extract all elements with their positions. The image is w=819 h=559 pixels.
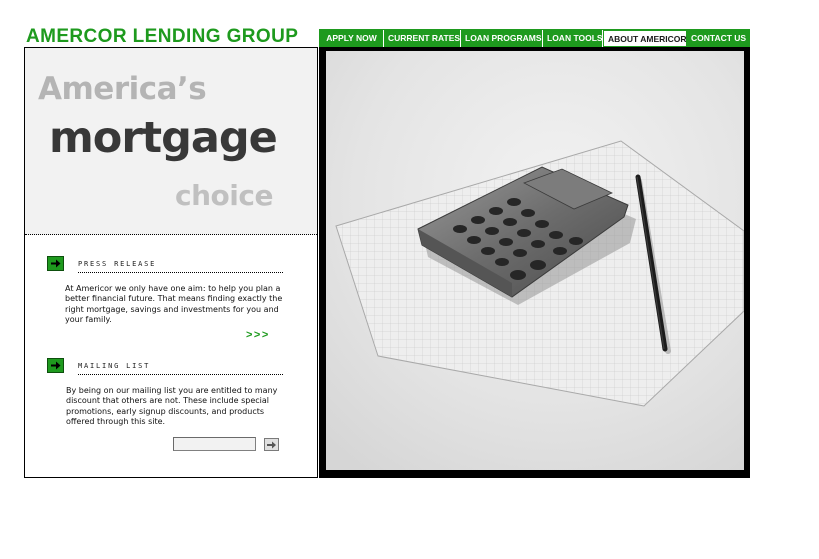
hero-photo-frame xyxy=(319,47,750,478)
calculator-photo xyxy=(326,51,744,470)
nav-apply-now[interactable]: APPLY NOW xyxy=(320,30,384,47)
arrow-right-icon xyxy=(267,441,276,449)
hero-line-2: mortgage xyxy=(49,113,278,163)
nav-loan-programs[interactable]: LOAN PROGRAMS xyxy=(461,30,543,47)
press-release-text: At Americor we only have one aim: to hel… xyxy=(65,284,283,324)
main-nav: APPLY NOW CURRENT RATES LOAN PROGRAMS LO… xyxy=(319,29,750,48)
nav-current-rates[interactable]: CURRENT RATES xyxy=(384,30,461,47)
arrow-right-icon[interactable] xyxy=(47,256,64,271)
hero-line-3: choice xyxy=(175,179,273,212)
mailing-list-text: By being on our mailing list you are ent… xyxy=(66,386,278,426)
mailing-list-title: MAILING LIST xyxy=(78,362,151,370)
brand-logo[interactable]: AMERCOR LENDING GROUP xyxy=(26,26,298,48)
hero-line-1: America’s xyxy=(38,71,207,107)
press-release-title: PRESS RELEASE xyxy=(78,260,157,268)
nav-loan-tools[interactable]: LOAN TOOLS xyxy=(543,30,603,47)
left-panel: America’s mortgage choice PRESS RELEASE … xyxy=(24,47,318,478)
nav-about-americor[interactable]: ABOUT AMERICOR xyxy=(603,30,687,47)
arrow-right-icon[interactable] xyxy=(47,358,64,373)
mailing-list-divider xyxy=(78,374,283,375)
hero-tagline: America’s mortgage choice xyxy=(25,48,317,235)
mailing-list-email-input[interactable] xyxy=(173,437,256,451)
press-release-divider xyxy=(78,272,283,273)
press-release-more-link[interactable]: >>> xyxy=(246,329,270,341)
mailing-list-submit-button[interactable] xyxy=(264,438,279,451)
nav-contact-us[interactable]: CONTACT US xyxy=(687,30,749,47)
